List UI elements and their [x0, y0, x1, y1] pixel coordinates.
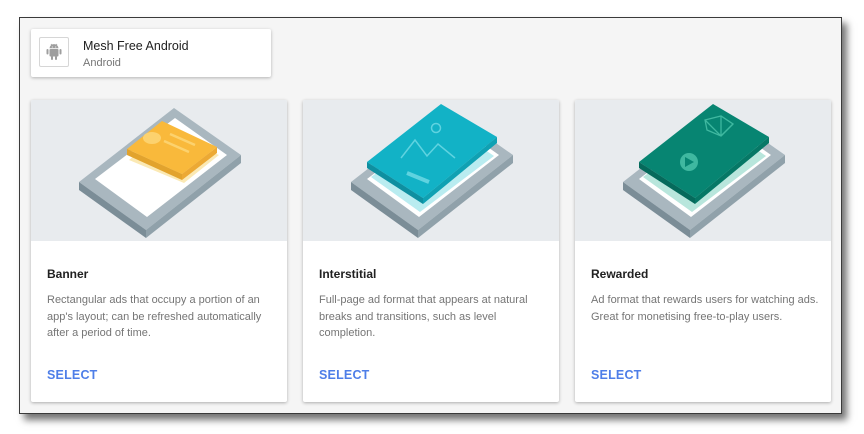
ad-format-card-banner: Banner Rectangular ads that occupy a por… — [31, 100, 287, 402]
select-banner-button[interactable]: SELECT — [47, 368, 98, 382]
app-platform: Android — [83, 57, 121, 69]
app-name: Mesh Free Android — [83, 39, 189, 53]
select-interstitial-button[interactable]: SELECT — [319, 368, 370, 382]
banner-ad-image — [143, 132, 161, 144]
rewarded-illustration — [575, 100, 831, 241]
card-title: Interstitial — [319, 267, 377, 281]
ad-format-card-rewarded: Rewarded Ad format that rewards users fo… — [575, 100, 831, 402]
android-icon — [46, 43, 62, 60]
card-title: Rewarded — [591, 267, 649, 281]
ad-format-card-interstitial: Interstitial Full-page ad format that ap… — [303, 100, 559, 402]
card-description: Rectangular ads that occupy a portion of… — [47, 294, 262, 339]
ad-format-window: Mesh Free Android Android Banner Rectang… — [19, 17, 842, 414]
card-description: Ad format that rewards users for watchin… — [591, 294, 819, 323]
app-icon-box — [39, 37, 69, 67]
select-rewarded-button[interactable]: SELECT — [591, 368, 642, 382]
card-title: Banner — [47, 267, 89, 281]
card-description: Full-page ad format that appears at natu… — [319, 294, 528, 339]
interstitial-illustration — [303, 100, 559, 241]
app-info-card: Mesh Free Android Android — [31, 29, 271, 77]
banner-illustration — [31, 100, 287, 241]
